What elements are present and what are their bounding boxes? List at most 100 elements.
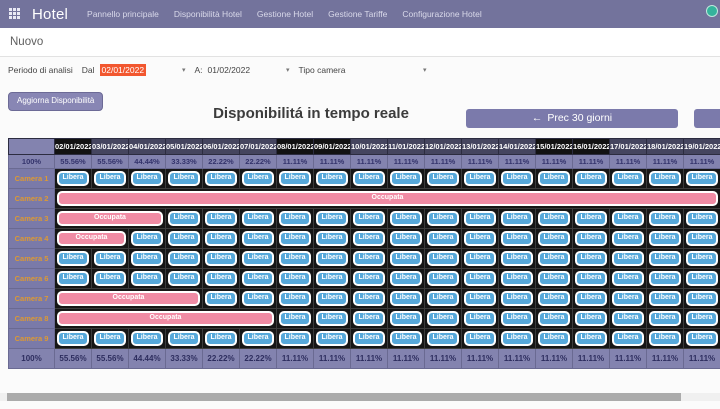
- free-cell-button[interactable]: Libera: [649, 291, 681, 306]
- free-cell-button[interactable]: Libera: [427, 211, 459, 226]
- free-cell-button[interactable]: Libera: [649, 171, 681, 186]
- free-cell-button[interactable]: Libera: [427, 291, 459, 306]
- free-cell-button[interactable]: Libera: [279, 331, 311, 346]
- free-cell-button[interactable]: Libera: [612, 211, 644, 226]
- free-cell-button[interactable]: Libera: [242, 251, 274, 266]
- free-cell-button[interactable]: Libera: [205, 231, 237, 246]
- free-cell-button[interactable]: Libera: [353, 271, 385, 286]
- free-cell-button[interactable]: Libera: [205, 171, 237, 186]
- free-cell-button[interactable]: Libera: [242, 171, 274, 186]
- free-cell-button[interactable]: Libera: [501, 271, 533, 286]
- occupied-bar[interactable]: Occupata: [57, 311, 274, 326]
- free-cell-button[interactable]: Libera: [242, 291, 274, 306]
- free-cell-button[interactable]: Libera: [427, 331, 459, 346]
- free-cell-button[interactable]: Libera: [57, 331, 89, 346]
- free-cell-button[interactable]: Libera: [279, 291, 311, 306]
- free-cell-button[interactable]: Libera: [612, 271, 644, 286]
- occupied-bar[interactable]: Occupata: [57, 291, 200, 306]
- menu-item-configurazione-hotel[interactable]: Configurazione Hotel: [402, 9, 481, 19]
- occupied-bar[interactable]: Occupata: [57, 231, 126, 246]
- free-cell-button[interactable]: Libera: [94, 171, 126, 186]
- free-cell-button[interactable]: Libera: [464, 311, 496, 326]
- free-cell-button[interactable]: Libera: [686, 251, 718, 266]
- free-cell-button[interactable]: Libera: [538, 311, 570, 326]
- free-cell-button[interactable]: Libera: [205, 251, 237, 266]
- free-cell-button[interactable]: Libera: [279, 271, 311, 286]
- chevron-down-icon[interactable]: ▾: [182, 66, 186, 74]
- free-cell-button[interactable]: Libera: [575, 171, 607, 186]
- to-date-input[interactable]: 01/02/2022 ▾: [208, 65, 290, 75]
- free-cell-button[interactable]: Libera: [279, 211, 311, 226]
- free-cell-button[interactable]: Libera: [464, 331, 496, 346]
- menu-item-disponibilita-hotel[interactable]: Disponibilità Hotel: [174, 9, 242, 19]
- free-cell-button[interactable]: Libera: [649, 271, 681, 286]
- free-cell-button[interactable]: Libera: [353, 311, 385, 326]
- free-cell-button[interactable]: Libera: [353, 231, 385, 246]
- horizontal-scrollbar[interactable]: [0, 393, 720, 401]
- free-cell-button[interactable]: Libera: [242, 231, 274, 246]
- free-cell-button[interactable]: Libera: [390, 331, 422, 346]
- prev-30-days-button[interactable]: ←Prec 30 giorni: [466, 109, 678, 128]
- free-cell-button[interactable]: Libera: [205, 271, 237, 286]
- free-cell-button[interactable]: Libera: [538, 271, 570, 286]
- free-cell-button[interactable]: Libera: [390, 291, 422, 306]
- free-cell-button[interactable]: Libera: [686, 171, 718, 186]
- free-cell-button[interactable]: Libera: [575, 231, 607, 246]
- room-type-input[interactable]: ▾: [350, 66, 426, 74]
- free-cell-button[interactable]: Libera: [464, 251, 496, 266]
- free-cell-button[interactable]: Libera: [168, 211, 200, 226]
- scrollbar-thumb[interactable]: [7, 393, 681, 401]
- free-cell-button[interactable]: Libera: [575, 311, 607, 326]
- free-cell-button[interactable]: Libera: [131, 271, 163, 286]
- free-cell-button[interactable]: Libera: [575, 271, 607, 286]
- free-cell-button[interactable]: Libera: [279, 251, 311, 266]
- free-cell-button[interactable]: Libera: [612, 231, 644, 246]
- free-cell-button[interactable]: Libera: [501, 231, 533, 246]
- free-cell-button[interactable]: Libera: [316, 331, 348, 346]
- free-cell-button[interactable]: Libera: [316, 251, 348, 266]
- free-cell-button[interactable]: Libera: [649, 331, 681, 346]
- free-cell-button[interactable]: Libera: [279, 171, 311, 186]
- free-cell-button[interactable]: Libera: [686, 291, 718, 306]
- free-cell-button[interactable]: Libera: [538, 231, 570, 246]
- free-cell-button[interactable]: Libera: [612, 171, 644, 186]
- free-cell-button[interactable]: Libera: [390, 251, 422, 266]
- chevron-down-icon[interactable]: ▾: [286, 66, 290, 74]
- free-cell-button[interactable]: Libera: [168, 331, 200, 346]
- free-cell-button[interactable]: Libera: [131, 171, 163, 186]
- free-cell-button[interactable]: Libera: [612, 251, 644, 266]
- free-cell-button[interactable]: Libera: [538, 331, 570, 346]
- new-button[interactable]: Nuovo: [10, 36, 43, 48]
- free-cell-button[interactable]: Libera: [464, 171, 496, 186]
- user-avatar[interactable]: [706, 5, 718, 17]
- free-cell-button[interactable]: Libera: [168, 271, 200, 286]
- free-cell-button[interactable]: Libera: [316, 171, 348, 186]
- free-cell-button[interactable]: Libera: [168, 231, 200, 246]
- free-cell-button[interactable]: Libera: [649, 211, 681, 226]
- free-cell-button[interactable]: Libera: [575, 211, 607, 226]
- free-cell-button[interactable]: Libera: [612, 331, 644, 346]
- free-cell-button[interactable]: Libera: [57, 171, 89, 186]
- free-cell-button[interactable]: Libera: [57, 251, 89, 266]
- from-date-input[interactable]: 02/01/2022 ▾: [100, 64, 186, 76]
- free-cell-button[interactable]: Libera: [538, 291, 570, 306]
- free-cell-button[interactable]: Libera: [316, 271, 348, 286]
- free-cell-button[interactable]: Libera: [131, 331, 163, 346]
- free-cell-button[interactable]: Libera: [353, 211, 385, 226]
- free-cell-button[interactable]: Libera: [94, 251, 126, 266]
- free-cell-button[interactable]: Libera: [501, 211, 533, 226]
- free-cell-button[interactable]: Libera: [501, 251, 533, 266]
- free-cell-button[interactable]: Libera: [501, 291, 533, 306]
- free-cell-button[interactable]: Libera: [686, 311, 718, 326]
- free-cell-button[interactable]: Libera: [464, 211, 496, 226]
- free-cell-button[interactable]: Libera: [464, 271, 496, 286]
- free-cell-button[interactable]: Libera: [390, 311, 422, 326]
- free-cell-button[interactable]: Libera: [131, 231, 163, 246]
- free-cell-button[interactable]: Libera: [427, 231, 459, 246]
- free-cell-button[interactable]: Libera: [316, 291, 348, 306]
- free-cell-button[interactable]: Libera: [649, 251, 681, 266]
- free-cell-button[interactable]: Libera: [612, 311, 644, 326]
- free-cell-button[interactable]: Libera: [575, 331, 607, 346]
- free-cell-button[interactable]: Libera: [94, 331, 126, 346]
- free-cell-button[interactable]: Libera: [575, 291, 607, 306]
